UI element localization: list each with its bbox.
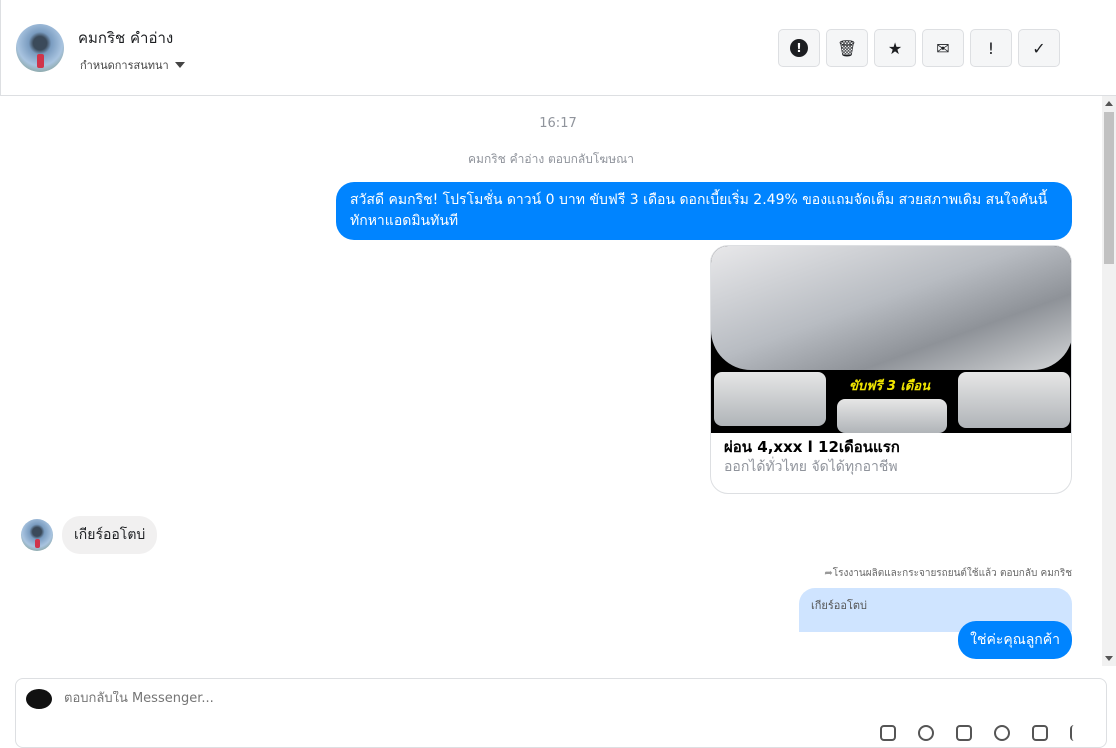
mark-spam-button[interactable]: ! (778, 29, 820, 67)
toolbar: ! 🗑 ★ ✉ ! ✓ (778, 29, 1060, 67)
customer-avatar (21, 519, 53, 551)
page-avatar (26, 689, 52, 709)
ad-card[interactable]: ขับฟรี 3 เดือน ผ่อน 4,xxx l 12เดือนแรก อ… (710, 245, 1072, 494)
reply-message-bubble: ใช่ค่ะคุณลูกค้า (958, 621, 1072, 659)
contact-avatar[interactable] (16, 24, 64, 72)
reply-input[interactable] (64, 691, 764, 706)
card-subtitle: ออกได้ทั่วไทย จัดได้ทุกอาชีพ (724, 459, 898, 475)
promo-text: ขับฟรี 3 เดือน (849, 379, 931, 394)
saved-reply-icon[interactable] (1032, 725, 1048, 741)
car-image: ขับฟรี 3 เดือน (711, 246, 1071, 433)
reply-arrow-icon: ➦ (824, 568, 833, 579)
check-icon: ✓ (1032, 38, 1046, 58)
mark-done-button[interactable]: ✓ (1018, 29, 1060, 67)
image-icon[interactable] (956, 725, 972, 741)
exclamation-icon: ! (987, 38, 995, 58)
customer-message-bubble: เกียร์ออโตบ่ (62, 516, 158, 554)
delete-button[interactable]: 🗑 (826, 29, 868, 67)
alert-icon: ! (790, 39, 808, 57)
trash-icon: 🗑 (836, 38, 858, 58)
caret-down-icon (174, 62, 185, 68)
scroll-down-icon[interactable] (1105, 656, 1113, 661)
scroll-up-icon[interactable] (1105, 101, 1113, 106)
attachment-icon[interactable] (880, 725, 896, 741)
reply-meta-text: โรงงานผลิตและกระจายรถยนต์ใช้แล้ว ตอบกลับ… (832, 568, 1072, 579)
reply-meta: ➦โรงงานผลิตและกระจายรถยนต์ใช้แล้ว ตอบกลั… (824, 566, 1072, 581)
conversation-header: คมกริช คําอ่าง กําหนดการสนทนา ! 🗑 ★ ✉ ! … (0, 0, 1116, 96)
tag-icon[interactable] (918, 725, 934, 741)
assign-conversation-dropdown[interactable]: กําหนดการสนทนา (80, 56, 185, 74)
system-note: คมกริช คําอ่าง ตอบกลับโฆษณา (468, 152, 634, 166)
star-button[interactable]: ★ (874, 29, 916, 67)
contact-name: คมกริช คําอ่าง (78, 29, 174, 47)
envelope-icon: ✉ (936, 38, 950, 58)
message-thread: 16:17 คมกริช คําอ่าง ตอบกลับโฆษณา สวัสดี… (0, 96, 1102, 666)
star-icon: ★ (887, 38, 903, 58)
mark-unread-button[interactable]: ✉ (922, 29, 964, 67)
composer (15, 678, 1107, 748)
like-icon[interactable] (1070, 725, 1086, 741)
timestamp: 16:17 (539, 116, 577, 131)
scrollbar[interactable] (1102, 96, 1116, 666)
assign-label: กําหนดการสนทนา (80, 59, 169, 72)
emoji-icon[interactable] (994, 725, 1010, 741)
follow-up-button[interactable]: ! (970, 29, 1012, 67)
scroll-thumb[interactable] (1104, 112, 1114, 264)
customer-message-row: เกียร์ออโตบ่ (21, 516, 158, 554)
ad-message-bubble: สวัสดี คมกริช! โปรโมชั่น ดาวน์ 0 บาท ขับ… (336, 182, 1072, 240)
composer-tools (880, 725, 1086, 741)
